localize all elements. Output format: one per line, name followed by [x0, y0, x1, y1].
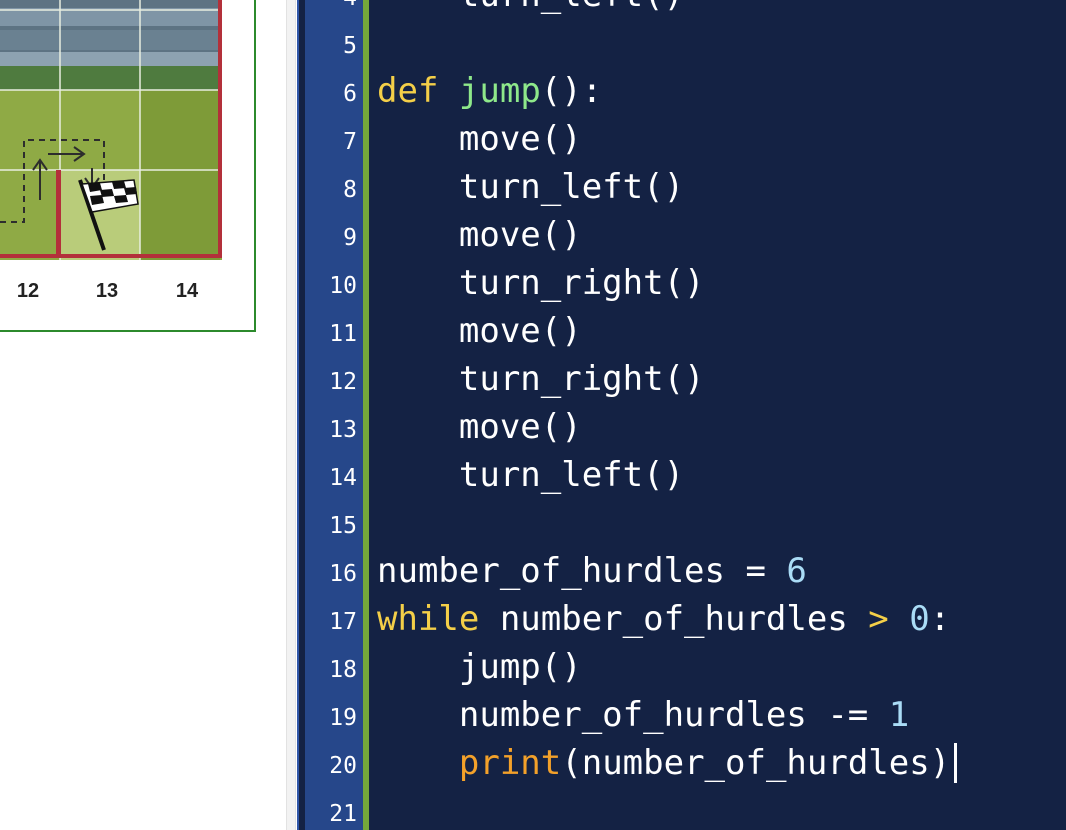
line-number: 7 [343, 129, 357, 155]
code-text[interactable]: turn_left() [377, 0, 684, 15]
code-text[interactable]: turn_left() [377, 455, 684, 495]
code-line[interactable]: 21 [299, 788, 1066, 830]
line-number: 9 [343, 225, 357, 251]
line-number: 12 [329, 369, 357, 395]
code-line[interactable]: 6 def jump(): [299, 68, 1066, 116]
code-line[interactable]: 15 [299, 500, 1066, 548]
code-text[interactable]: move() [377, 311, 582, 351]
code-text[interactable]: jump() [377, 647, 582, 687]
code-line[interactable]: 8 turn_left() [299, 164, 1066, 212]
code-text[interactable]: turn_left() [377, 167, 684, 207]
line-number: 20 [329, 753, 357, 779]
line-number: 15 [329, 513, 357, 539]
code-text[interactable]: def jump(): [377, 71, 602, 111]
line-number: 14 [329, 465, 357, 491]
line-number: 13 [329, 417, 357, 443]
code-editor[interactable]: 4 turn_left()56def jump():7 move()8 turn… [297, 0, 1066, 830]
code-text[interactable]: turn_right() [377, 359, 705, 399]
code-line[interactable]: 14 turn_left() [299, 452, 1066, 500]
code-line[interactable]: 10 turn_right() [299, 260, 1066, 308]
code-line[interactable]: 5 [299, 20, 1066, 68]
world-panel: 12 13 14 [0, 0, 256, 332]
world-map [0, 0, 222, 260]
line-number: 21 [329, 801, 357, 827]
line-number: 18 [329, 657, 357, 683]
line-number: 11 [329, 321, 357, 347]
code-line[interactable]: 16 number_of_hurdles = 6 [299, 548, 1066, 596]
text-cursor [954, 743, 958, 783]
code-text[interactable]: number_of_hurdles -= 1 [377, 695, 909, 735]
code-line[interactable]: 19 number_of_hurdles -= 1 [299, 692, 1066, 740]
line-number: 5 [343, 33, 357, 59]
code-text[interactable]: while number_of_hurdles > 0: [377, 599, 950, 639]
x-axis-label: 12 [16, 280, 40, 302]
code-line[interactable]: 7 move() [299, 116, 1066, 164]
line-number: 4 [305, 0, 357, 11]
x-axis-label: 14 [175, 280, 199, 302]
line-number: 8 [343, 177, 357, 203]
code-line[interactable]: 18 jump() [299, 644, 1066, 692]
code-line[interactable]: 12 turn_right() [299, 356, 1066, 404]
code-line[interactable]: 20 print(number_of_hurdles) [299, 740, 1066, 788]
code-text[interactable]: move() [377, 119, 582, 159]
code-text[interactable]: move() [377, 407, 582, 447]
line-number: 17 [329, 609, 357, 635]
x-axis-label: 13 [95, 280, 119, 302]
line-number: 19 [329, 705, 357, 731]
code-text[interactable]: turn_right() [377, 263, 705, 303]
code-text[interactable]: print(number_of_hurdles) [377, 743, 958, 783]
line-number: 10 [329, 273, 357, 299]
panel-divider[interactable] [286, 0, 296, 830]
code-line[interactable]: 11 move() [299, 308, 1066, 356]
code-line[interactable]: 9 move() [299, 212, 1066, 260]
code-text[interactable]: move() [377, 215, 582, 255]
line-number: 6 [343, 81, 357, 107]
code-text[interactable]: number_of_hurdles = 6 [377, 551, 807, 591]
code-line[interactable]: 17 while number_of_hurdles > 0: [299, 596, 1066, 644]
line-number: 16 [329, 561, 357, 587]
code-line[interactable]: 13 move() [299, 404, 1066, 452]
code-line[interactable]: 4 turn_left() [299, 0, 1066, 20]
